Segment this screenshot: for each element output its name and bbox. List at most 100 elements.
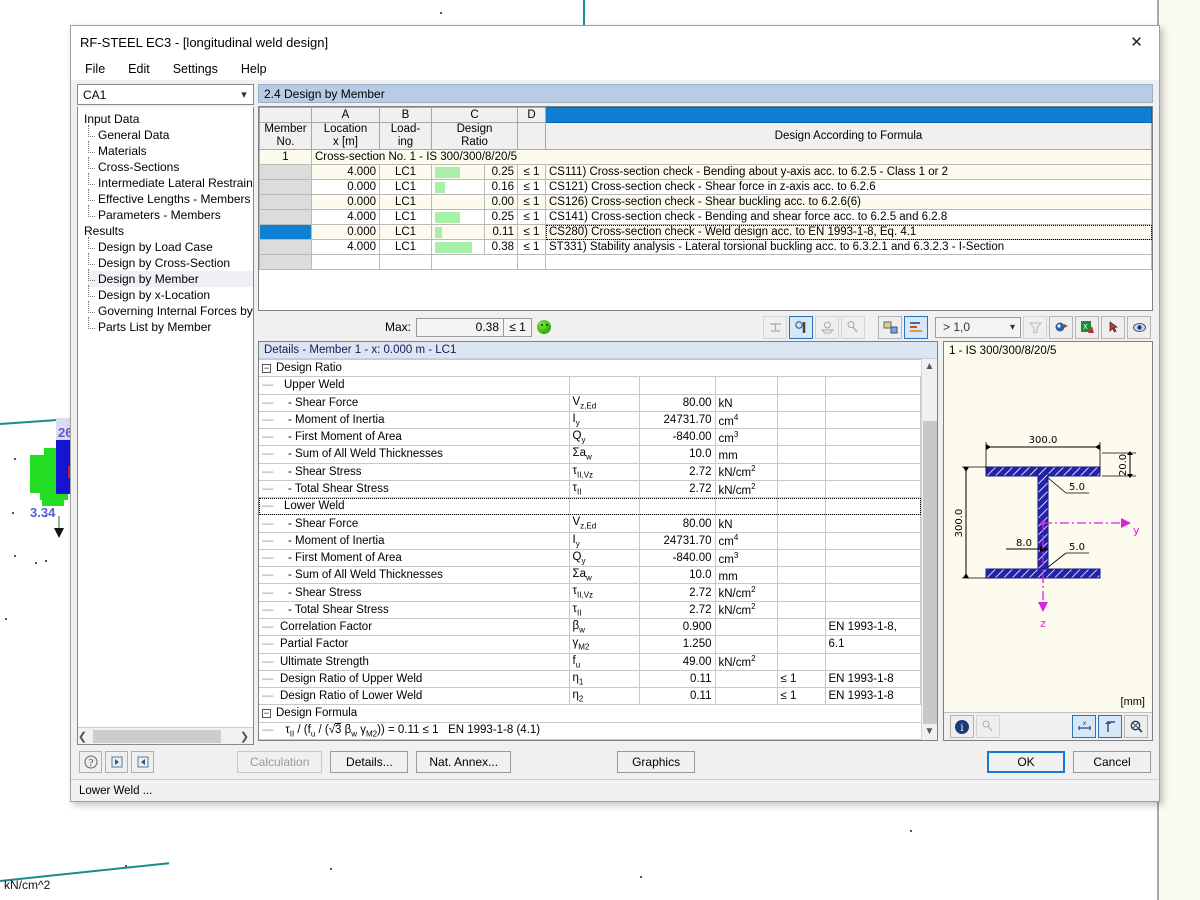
ok-button[interactable]: OK [987,751,1065,773]
member-results-icon[interactable] [763,316,787,339]
graphics-button[interactable]: Graphics [617,751,695,773]
collapse-icon[interactable]: − [262,364,271,373]
section-graphic[interactable]: 300.0 300.0 20.0 [944,357,1152,712]
export-excel-icon[interactable]: X [1075,316,1099,339]
scroll-down-icon[interactable]: ▼ [925,724,935,740]
row-formula: CS280) Cross-section check - Weld design… [546,225,1152,240]
menu-item-file[interactable]: File [83,61,107,77]
menu-item-help[interactable]: Help [239,61,269,77]
tree-group-input-data[interactable]: Input Data [82,111,253,127]
scroll-right-icon[interactable]: ❯ [236,730,253,743]
details-row[interactable]: —Upper Weld [259,377,921,394]
printout-report-icon[interactable] [1049,316,1073,339]
select-pointer-icon[interactable] [1101,316,1125,339]
view-eye-icon[interactable] [1127,316,1151,339]
sidebar-item-design-by-member[interactable]: Design by Member [88,271,253,287]
details-value: 80.00 [639,394,715,411]
help-icon[interactable]: ? [79,751,102,773]
details-row[interactable]: —- Shear Stress τII,Vz 2.72 kN/cm2 [259,584,921,601]
col-letter-d[interactable]: D [518,108,546,123]
details-vertical-scrollbar[interactable]: ▲ ▼ [921,359,937,740]
navigator-horizontal-scrollbar[interactable]: ❮ ❯ [77,727,253,744]
sidebar-item-design-by-cross-section[interactable]: Design by Cross-Section [88,255,253,271]
details-row[interactable]: —- Total Shear Stress τII 2.72 kN/cm2 [259,480,921,497]
close-icon[interactable]: ✕ [1114,27,1159,58]
table-row[interactable]: 4.000 LC1 0.25 ≤ 1 CS111) Cross-section … [260,165,1152,180]
calculation-button[interactable]: Calculation [237,751,322,773]
details-row[interactable]: —- Shear Stress τII,Vz 2.72 kN/cm2 [259,463,921,480]
col-letter-a[interactable]: A [312,108,380,123]
details-row[interactable]: —- First Moment of Area Qy -840.00 cm3 [259,549,921,566]
col-letter-e[interactable]: E [546,108,1152,123]
previous-icon[interactable] [105,751,128,773]
table-row[interactable]: 0.000 LC1 0.00 ≤ 1 CS126) Cross-section … [260,195,1152,210]
sidebar-item-intermediate-lateral-restraints[interactable]: Intermediate Lateral Restraints [88,175,253,191]
details-label: - Sum of All Weld Thicknesses [288,448,443,460]
mouse-pointer-icon[interactable] [976,715,1000,738]
cancel-button[interactable]: Cancel [1073,751,1151,773]
info-icon[interactable]: i [950,715,974,738]
tree-group-results[interactable]: Results [82,223,253,239]
filter-combo[interactable]: > 1,0 ▾ [935,317,1021,338]
details-row[interactable]: —- Sum of All Weld Thicknesses Σaw 10.0 … [259,446,921,463]
nat-annex-button[interactable]: Nat. Annex... [416,751,511,773]
sidebar-item-design-by-load-case[interactable]: Design by Load Case [88,239,253,255]
col-letter-c[interactable]: C [432,108,518,123]
next-icon[interactable] [131,751,154,773]
details-button[interactable]: Details... [330,751,408,773]
details-ref [825,411,921,428]
insert-column-icon[interactable] [878,316,902,339]
color-bars-icon[interactable] [904,316,928,339]
details-ref: EN 1993-1-8, [825,618,921,635]
table-row[interactable]: 4.000 LC1 0.25 ≤ 1 CS141) Cross-section … [260,210,1152,225]
sidebar-item-governing-internal-forces[interactable]: Governing Internal Forces by M [88,303,253,319]
cross-section-group-row[interactable]: 1 Cross-section No. 1 - IS 300/300/8/20/… [260,150,1152,165]
scroll-thumb[interactable] [923,421,937,724]
details-row[interactable]: —Correlation Factor βw 0.900 EN 1993-1-8… [259,618,921,635]
sidebar-item-general-data[interactable]: General Data [88,127,253,143]
menu-item-settings[interactable]: Settings [171,61,220,77]
details-ref [825,429,921,446]
table-empty-row[interactable] [260,255,1152,270]
dim-weld-top: 5.0 [1069,482,1085,493]
scroll-left-icon[interactable]: ❮ [77,730,91,743]
details-row[interactable]: —Design Ratio of Upper Weld η1 0.11 ≤ 1 … [259,670,921,687]
details-row[interactable]: —- Total Shear Stress τII 2.72 kN/cm2 [259,601,921,618]
details-row[interactable]: —- Moment of Inertia Iy 24731.70 cm4 [259,411,921,428]
dim-height: 300.0 [954,509,965,538]
details-row[interactable]: —Design Ratio of Lower Weld η2 0.11 ≤ 1 … [259,688,921,705]
sidebar-item-parameters-members[interactable]: Parameters - Members [88,207,253,223]
details-group-header[interactable]: −Design Formula [259,705,921,722]
table-row[interactable]: 0.000 LC1 0.16 ≤ 1 CS121) Cross-section … [260,180,1152,195]
sidebar-item-design-by-x-location[interactable]: Design by x-Location [88,287,253,303]
table-row-selected[interactable]: 0.000 LC1 0.11 ≤ 1 CS280) Cross-section … [260,225,1152,240]
details-row[interactable]: —- Sum of All Weld Thicknesses Σaw 10.0 … [259,567,921,584]
details-row-selected[interactable]: —Lower Weld [259,498,921,515]
details-row[interactable]: —- Moment of Inertia Iy 24731.70 cm4 [259,532,921,549]
details-formula-row[interactable]: — τII / (fu / (√3 βw γM2)) = 0.11 ≤ 1 EN… [259,722,921,739]
filter-icon[interactable] [1023,316,1047,339]
details-row[interactable]: —Partial Factor γM2 1.250 6.1 [259,636,921,653]
node-results-icon[interactable] [841,316,865,339]
col-letter-b[interactable]: B [380,108,432,123]
details-row[interactable]: —- Shear Force Vz,Ed 80.00 kN [259,515,921,532]
surface-results-icon[interactable] [815,316,839,339]
table-row[interactable]: 4.000 LC1 0.38 ≤ 1 ST331) Stability anal… [260,240,1152,255]
details-row[interactable]: —- Shear Force Vz,Ed 80.00 kN [259,394,921,411]
sidebar-item-effective-lengths-members[interactable]: Effective Lengths - Members [88,191,253,207]
details-row[interactable]: —- First Moment of Area Qy -840.00 cm3 [259,429,921,446]
sidebar-item-materials[interactable]: Materials [88,143,253,159]
cross-section-results-icon[interactable] [789,316,813,339]
axes-icon[interactable] [1098,715,1122,738]
zoom-icon[interactable] [1124,715,1148,738]
collapse-icon[interactable]: − [262,709,271,718]
details-row[interactable]: —Ultimate Strength fu 49.00 kN/cm2 [259,653,921,670]
dimensions-icon[interactable]: x [1072,715,1096,738]
sidebar-item-parts-list-by-member[interactable]: Parts List by Member [88,319,253,335]
details-group-header[interactable]: −Design Ratio [259,360,921,377]
scroll-up-icon[interactable]: ▲ [925,359,935,375]
case-selector-combo[interactable]: CA1 ▾ [77,84,254,105]
scroll-thumb[interactable] [93,730,221,743]
sidebar-item-cross-sections[interactable]: Cross-Sections [88,159,253,175]
menu-item-edit[interactable]: Edit [126,61,152,77]
